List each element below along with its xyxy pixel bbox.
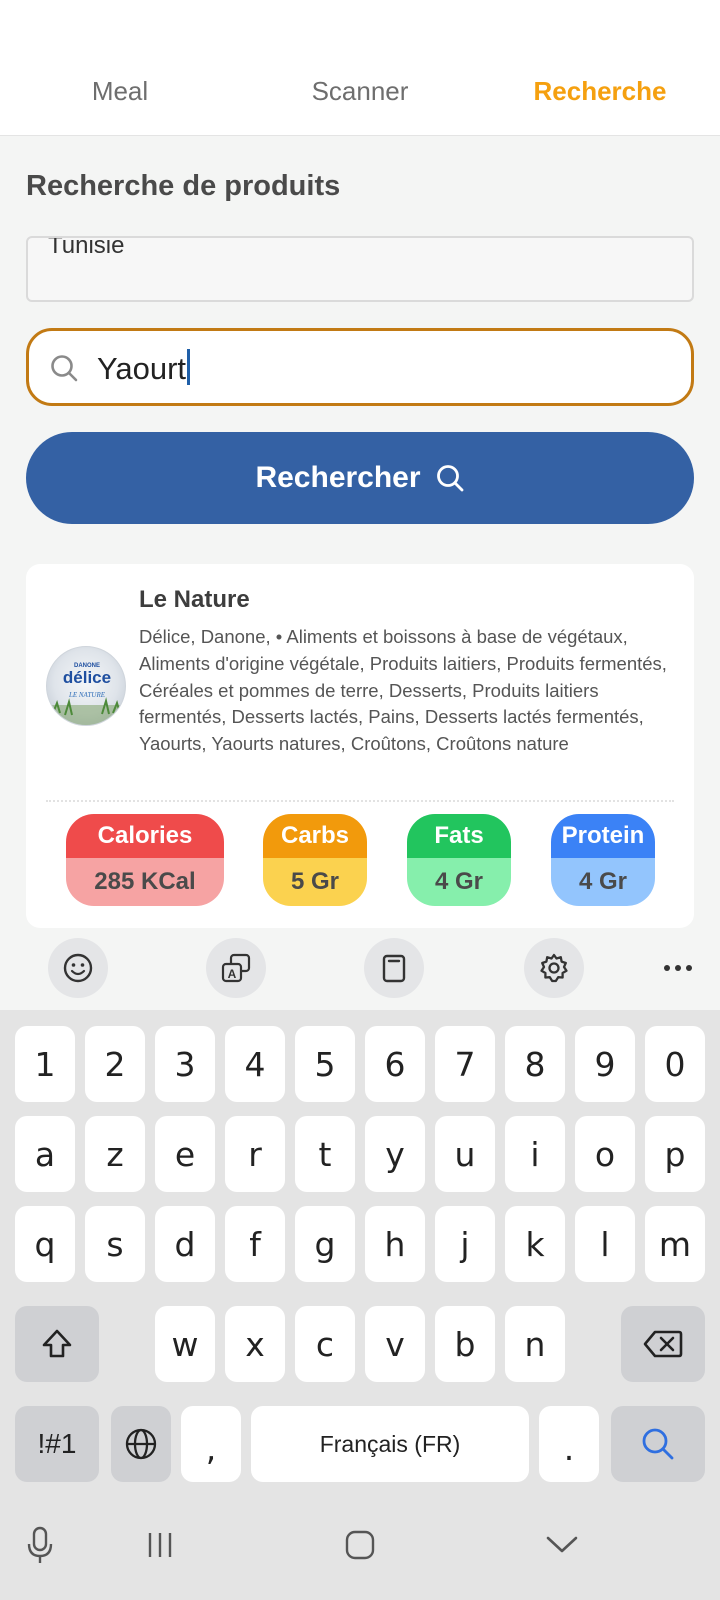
key-2[interactable]: 2 — [85, 1026, 145, 1102]
symbols-key[interactable]: !#1 — [15, 1406, 99, 1482]
search-button[interactable]: Rechercher — [26, 432, 694, 524]
mic-icon[interactable] — [0, 1518, 80, 1572]
key-h[interactable]: h — [365, 1206, 425, 1282]
divider — [46, 800, 674, 802]
key-q[interactable]: q — [15, 1206, 75, 1282]
translate-icon[interactable]: A — [206, 938, 266, 998]
svg-text:délice: délice — [63, 668, 111, 687]
carbs-badge: Carbs 5 Gr — [263, 814, 367, 906]
key-6[interactable]: 6 — [365, 1026, 425, 1102]
search-value: Yaourt — [97, 351, 187, 386]
svg-text:A: A — [228, 967, 237, 981]
key-w[interactable]: w — [155, 1306, 215, 1382]
key-d[interactable]: d — [155, 1206, 215, 1282]
key-u[interactable]: u — [435, 1116, 495, 1192]
key-7[interactable]: 7 — [435, 1026, 495, 1102]
backspace-icon — [643, 1330, 683, 1358]
tab-meal[interactable]: Meal — [0, 76, 240, 107]
key-n[interactable]: n — [505, 1306, 565, 1382]
key-p[interactable]: p — [645, 1116, 705, 1192]
globe-icon — [125, 1428, 157, 1460]
key-k[interactable]: k — [505, 1206, 565, 1282]
search-icon — [642, 1428, 674, 1460]
comma-key[interactable]: , — [181, 1406, 241, 1482]
protein-label: Protein — [551, 814, 655, 858]
fats-badge: Fats 4 Gr — [407, 814, 511, 906]
key-f[interactable]: f — [225, 1206, 285, 1282]
key-t[interactable]: t — [295, 1116, 355, 1192]
key-0[interactable]: 0 — [645, 1026, 705, 1102]
protein-badge: Protein 4 Gr — [551, 814, 655, 906]
page-title: Recherche de produits — [26, 170, 341, 202]
language-key[interactable] — [111, 1406, 171, 1482]
protein-value: 4 Gr — [551, 858, 655, 906]
top-tab-bar: Meal Scanner Recherche — [0, 0, 720, 136]
country-value: Tunisie — [48, 236, 125, 259]
product-result-card[interactable]: DANONE délice LE NATURE Le Nature Délice… — [26, 564, 694, 928]
key-i[interactable]: i — [505, 1116, 565, 1192]
search-input[interactable]: Yaourt — [26, 328, 694, 406]
key-5[interactable]: 5 — [295, 1026, 355, 1102]
key-3[interactable]: 3 — [155, 1026, 215, 1102]
key-v[interactable]: v — [365, 1306, 425, 1382]
backspace-key[interactable] — [621, 1306, 705, 1382]
calories-badge: Calories 285 KCal — [66, 814, 224, 906]
shift-icon — [42, 1329, 72, 1358]
key-c[interactable]: c — [295, 1306, 355, 1382]
svg-text:LE NATURE: LE NATURE — [68, 691, 106, 699]
emoji-icon[interactable] — [48, 938, 108, 998]
period-key[interactable]: . — [539, 1406, 599, 1482]
fats-value: 4 Gr — [407, 858, 511, 906]
product-logo: DANONE délice LE NATURE — [47, 663, 125, 725]
keyboard: 1 2 3 4 5 6 7 8 9 0 a z e r t y u i o p … — [0, 1010, 720, 1490]
key-e[interactable]: e — [155, 1116, 215, 1192]
shift-key[interactable] — [15, 1306, 99, 1382]
more-icon[interactable] — [648, 938, 708, 998]
product-image: DANONE délice LE NATURE — [46, 646, 126, 726]
tab-scanner[interactable]: Scanner — [240, 76, 480, 107]
carbs-label: Carbs — [263, 814, 367, 858]
recent-apps-icon[interactable] — [120, 1518, 200, 1572]
clipboard-icon[interactable] — [364, 938, 424, 998]
key-8[interactable]: 8 — [505, 1026, 565, 1102]
calories-value: 285 KCal — [66, 858, 224, 906]
keyboard-toolbar: A — [0, 928, 720, 1010]
calories-label: Calories — [66, 814, 224, 858]
system-nav-bar — [0, 1490, 720, 1600]
key-s[interactable]: s — [85, 1206, 145, 1282]
product-description: Délice, Danone, • Aliments et boissons à… — [139, 626, 667, 755]
settings-icon[interactable] — [524, 938, 584, 998]
text-cursor — [187, 349, 191, 385]
key-9[interactable]: 9 — [575, 1026, 635, 1102]
key-r[interactable]: r — [225, 1116, 285, 1192]
tab-recherche[interactable]: Recherche — [480, 76, 720, 107]
key-o[interactable]: o — [575, 1116, 635, 1192]
fats-label: Fats — [407, 814, 511, 858]
key-l[interactable]: l — [575, 1206, 635, 1282]
product-name: Le Nature — [139, 586, 250, 613]
chevron-down-icon[interactable] — [522, 1518, 602, 1572]
key-y[interactable]: y — [365, 1116, 425, 1192]
search-key[interactable] — [611, 1406, 705, 1482]
key-1[interactable]: 1 — [15, 1026, 75, 1102]
key-x[interactable]: x — [225, 1306, 285, 1382]
carbs-value: 5 Gr — [263, 858, 367, 906]
key-b[interactable]: b — [435, 1306, 495, 1382]
key-z[interactable]: z — [85, 1116, 145, 1192]
key-m[interactable]: m — [645, 1206, 705, 1282]
space-key[interactable]: Français (FR) — [251, 1406, 529, 1482]
key-a[interactable]: a — [15, 1116, 75, 1192]
search-icon — [51, 355, 78, 382]
home-icon[interactable] — [320, 1518, 400, 1572]
key-j[interactable]: j — [435, 1206, 495, 1282]
search-button-label: Rechercher — [255, 461, 421, 494]
key-g[interactable]: g — [295, 1206, 355, 1282]
key-4[interactable]: 4 — [225, 1026, 285, 1102]
country-field[interactable]: Tunisie — [26, 236, 694, 302]
search-icon — [436, 465, 463, 492]
